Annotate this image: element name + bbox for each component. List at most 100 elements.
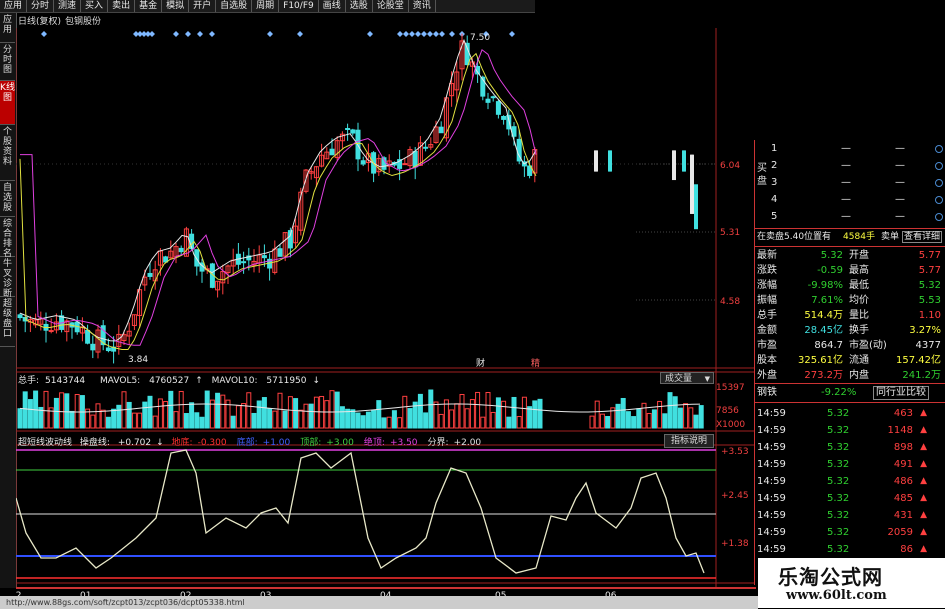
circle-icon[interactable] <box>935 196 943 204</box>
menu-item-6[interactable]: 模拟 <box>162 0 190 12</box>
volume-bar <box>438 413 444 429</box>
circle-icon[interactable] <box>935 179 943 187</box>
candle-body <box>147 272 153 277</box>
volume-scale-unit: X1000 <box>716 420 745 430</box>
volume-bar <box>152 415 158 429</box>
menu-item-0[interactable]: 应用 <box>0 0 28 12</box>
last-candle <box>694 184 698 230</box>
seal-info: 在卖盘5.40位置有 4584手 卖单 查看详细 <box>757 230 943 245</box>
sidebar-tab-7[interactable]: 超级盘口 <box>0 297 15 347</box>
stock-name: 包钢股份 <box>65 17 102 27</box>
circle-icon[interactable] <box>935 213 943 221</box>
candle-body <box>105 347 111 352</box>
volume-bar <box>589 415 595 429</box>
quote-label: 最新 <box>757 250 777 261</box>
industry-compare-button[interactable]: 同行业比较 <box>873 386 929 400</box>
oscillator-line <box>16 449 705 574</box>
circle-icon[interactable] <box>935 162 943 170</box>
quote-value: 1.10 <box>918 310 941 321</box>
tick-price: 5.32 <box>827 510 850 521</box>
volume-bar <box>22 391 28 429</box>
menu-item-5[interactable]: 基金 <box>135 0 163 12</box>
volume-bar <box>485 392 491 429</box>
industry-name[interactable]: 钢铁 <box>757 387 777 398</box>
indicator-explain-button[interactable]: 指标说明 <box>664 434 714 448</box>
circle-icon[interactable] <box>935 145 943 153</box>
mavol5-label: MAVOL5: <box>100 376 141 386</box>
volume-indicator-select-label: 成交量 <box>665 374 693 384</box>
candle-body <box>501 115 507 120</box>
tick-price: 5.32 <box>827 459 850 470</box>
menu-item-12[interactable]: 选股 <box>346 0 373 12</box>
view-detail-button[interactable]: 查看详细 <box>901 231 942 243</box>
orderbook-level: 5 — — <box>771 208 943 225</box>
tick-volume: 2059 <box>887 527 913 538</box>
menu-item-14[interactable]: 资讯 <box>409 0 436 12</box>
quote-value: -9.98% <box>807 280 843 291</box>
quote-value: 4377 <box>915 340 941 351</box>
high-price-label: 7.50 <box>470 33 490 43</box>
tick-time: 14:59 <box>757 459 786 470</box>
volume-bar <box>521 396 527 429</box>
menu-item-2[interactable]: 测速 <box>54 0 82 12</box>
volume-bar <box>381 417 387 429</box>
volume-bar <box>27 399 33 429</box>
menu-item-10[interactable]: F10/F9 <box>279 0 319 12</box>
menu-item-4[interactable]: 卖出 <box>108 0 136 12</box>
arrow-up-icon: ▲ <box>920 544 927 554</box>
indicator-level-label: 绝顶: <box>363 438 385 448</box>
news-marker[interactable]: 精 <box>531 357 540 369</box>
seal-order-link[interactable]: 卖单 <box>881 232 899 242</box>
sidebar-tab-6[interactable]: 牛叉诊断 <box>0 257 15 299</box>
chevron-down-icon: ▼ <box>704 375 710 383</box>
sidebar-tab-3[interactable]: 个股资料 <box>0 125 15 181</box>
sidebar-tab-0[interactable]: 应用 <box>0 13 15 43</box>
menu-item-11[interactable]: 画线 <box>319 0 346 12</box>
sidebar-tab-4[interactable]: 自选股 <box>0 181 15 217</box>
period-label: 日线(复权) <box>18 17 62 27</box>
sidebar-tab-5[interactable]: 综合排名 <box>0 217 15 259</box>
volume-bar <box>527 406 533 429</box>
arrow-up-icon: ▲ <box>920 527 927 537</box>
quote-value: 157.42亿 <box>896 355 941 366</box>
indicator-scale-2: +2.45 <box>721 491 749 501</box>
quote-label: 均价 <box>849 295 869 306</box>
menu-item-7[interactable]: 开户 <box>189 0 217 12</box>
arrow-up-icon: ▲ <box>920 476 927 486</box>
menu-item-8[interactable]: 自选股 <box>216 0 253 12</box>
indicator-name[interactable]: 超短线波动线 <box>18 438 72 448</box>
volume-bar <box>100 409 106 429</box>
price-axis-label-2: 5.31 <box>720 228 740 238</box>
candle-body <box>261 255 267 259</box>
volume-bar <box>111 408 117 429</box>
volume-indicator-select[interactable]: 成交量 ▼ <box>660 372 714 384</box>
candle-body <box>178 247 184 253</box>
sidebar-tab-1[interactable]: 分时图 <box>0 43 15 81</box>
volume-bar <box>594 400 600 429</box>
menu-item-3[interactable]: 买入 <box>81 0 109 12</box>
volume-bar <box>256 400 262 429</box>
tick-volume: 463 <box>893 408 913 419</box>
menu-item-13[interactable]: 论股堂 <box>373 0 409 12</box>
indicator-level-value: +2.00 <box>453 438 482 448</box>
arrow-up-icon: ▲ <box>920 493 927 503</box>
candle-body <box>608 150 612 172</box>
sidebar-tab-2[interactable]: K线图 <box>0 81 15 125</box>
signal-diamond <box>415 31 421 37</box>
level-price: — <box>841 177 851 188</box>
menu-item-9[interactable]: 周期 <box>252 0 280 12</box>
volume-bar <box>339 406 345 429</box>
finance-marker[interactable]: 财 <box>476 357 485 369</box>
quote-row: 总手 514.4万 量比 1.10 <box>757 308 943 323</box>
volume-bar <box>204 390 210 429</box>
tick-time: 14:59 <box>757 527 786 538</box>
quote-row: 外盘 273.2万 内盘 241.2万 <box>757 368 943 383</box>
kline-chart[interactable]: 7.50 3.84 6.04 5.31 4.58 财 精 15397 7856 … <box>16 28 756 598</box>
volume-bar <box>277 392 283 429</box>
level-number: 2 <box>771 160 778 171</box>
volume-scale-mid: 7856 <box>716 406 739 416</box>
volume-bar <box>235 405 241 429</box>
menu-item-1[interactable]: 分时 <box>27 0 55 12</box>
level-volume: — <box>895 211 905 222</box>
volume-bar <box>137 412 143 429</box>
